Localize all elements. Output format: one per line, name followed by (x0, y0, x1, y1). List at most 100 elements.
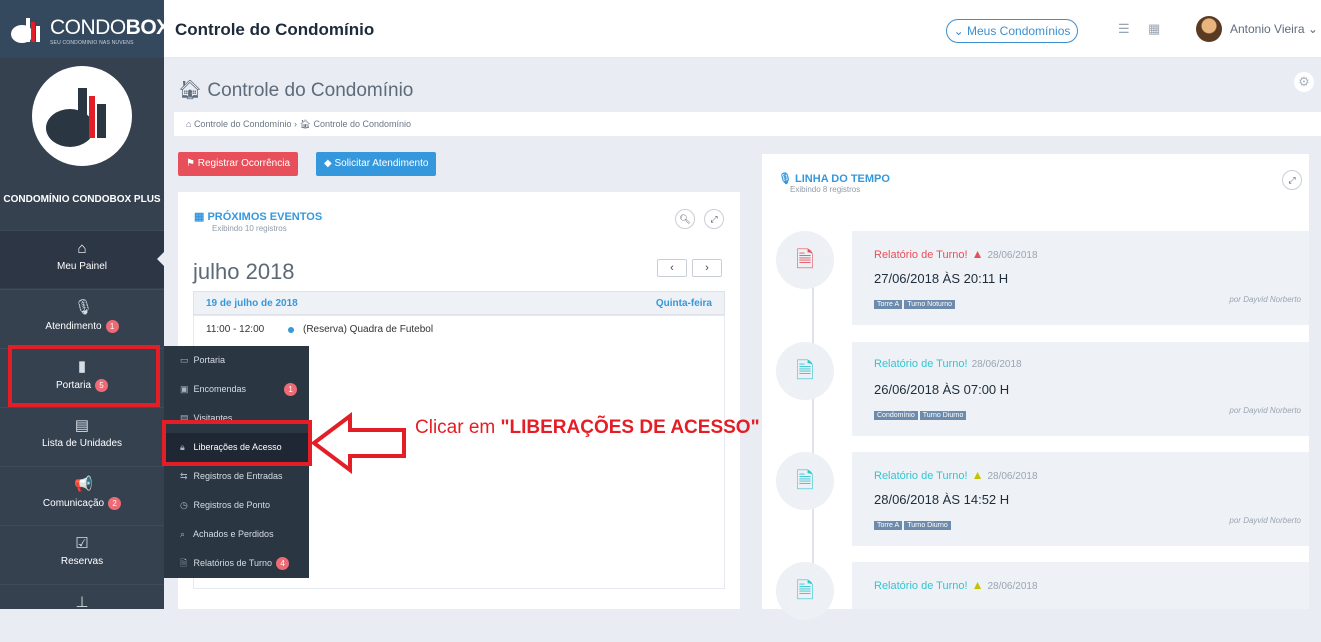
my-condos-button[interactable]: ⌄ Meus Condomínios (946, 19, 1078, 43)
entry-title: Relatório de Turno! ▲ 28/06/2018 (874, 578, 1038, 592)
gear-icon[interactable]: ⚙ (1294, 72, 1314, 92)
brand-name-light: CONDO (50, 16, 126, 39)
menu-item-encomendas[interactable]: ▣ Encomendas 1 (164, 375, 309, 404)
timeline-entry[interactable]: Relatório de Turno! 28/06/2018 26/06/2018… (852, 342, 1309, 436)
calendar-icon[interactable]: ▦ (1148, 22, 1162, 36)
menu-item-label: Achados e Perdidos (193, 529, 274, 539)
entry-tags: Torre A Turno Noturno (874, 295, 957, 309)
breadcrumb-item[interactable]: Controle do Condomínio (313, 119, 411, 129)
breadcrumb-item[interactable]: Controle do Condomínio (194, 119, 292, 129)
box-icon: ▣ (180, 384, 189, 394)
prev-month-button[interactable]: ‹ (657, 259, 687, 277)
entry-title-text: Relatório de Turno! (874, 470, 968, 482)
menu-item-portaria[interactable]: ▭ Portaria (164, 346, 309, 375)
report-icon: 🗎 (776, 231, 834, 289)
timeline-line (812, 235, 814, 609)
warning-icon: ▲ (971, 468, 984, 482)
chevron-down-icon: ⌄ (953, 24, 967, 38)
menu-item-registros-de-entradas[interactable]: ⇆ Registros de Entradas (164, 462, 309, 491)
timeline-entry[interactable]: Relatório de Turno! ▲ 28/06/2018 (852, 562, 1309, 609)
home-icon: ⌂ (186, 119, 194, 129)
page-header: 🏠︎ Controle do Condomínio ⚙ (164, 58, 1321, 112)
annotation-prefix: Clicar em (415, 417, 501, 438)
calendar-day-header: 19 de julho de 2018 Quinta-feira (193, 291, 725, 315)
menu-item-label: Registros de Ponto (193, 500, 271, 510)
entry-heading: 27/06/2018 ÀS 20:11 H (874, 271, 1009, 286)
menu-item-registros-de-ponto[interactable]: ◷ Registros de Ponto (164, 491, 309, 520)
menu-item-label: Encomendas (193, 384, 247, 394)
highlight-portaria (8, 345, 160, 407)
timeline-subtitle: Exibindo 8 registros (790, 185, 861, 194)
sidebar-item-lista-de-unidades[interactable]: ▤ Lista de Unidades (0, 407, 164, 465)
search-icon[interactable]: 🔍︎ (675, 209, 695, 229)
sidebar: CONDOMÍNIO CONDOBOX PLUS ⌂ Meu Painel 🎙 … (0, 58, 165, 611)
report-icon: 🗎 (776, 342, 834, 400)
entry-title-text: Relatório de Turno! (874, 580, 968, 592)
brand-logo[interactable]: CONDOBOX SEU CONDOMINIO NAS NUVENS (0, 0, 170, 58)
sidebar-item-label: Lista de Unidades (41, 438, 123, 449)
list-icon[interactable]: ☰ (1118, 22, 1132, 36)
search-icon: ⌕ (180, 529, 186, 539)
sidebar-item-reservas[interactable]: ☑ Reservas (0, 525, 164, 583)
expand-icon[interactable]: ⤢ (1282, 170, 1302, 190)
expand-icon[interactable]: ⤢ (704, 209, 724, 229)
report-icon: 🗎 (180, 558, 188, 568)
request-service-label: Solicitar Atendimento (334, 158, 429, 169)
menu-item-label: Registros de Entradas (193, 471, 283, 481)
entry-heading: 26/06/2018 ÀS 07:00 H (874, 382, 1010, 397)
entry-title-text: Relatório de Turno! (874, 249, 968, 261)
menu-item-relatorios-de-turno[interactable]: 🗎 Relatórios de Turno 4 (164, 549, 309, 578)
tag: Torre A (874, 300, 903, 309)
sidebar-item-more[interactable]: ⊥ (0, 584, 164, 642)
calendar-date: 19 de julho de 2018 (206, 298, 298, 309)
sidebar-item-atendimento[interactable]: 🎙 Atendimento 1 (0, 289, 164, 347)
events-title-text: PRÓXIMOS EVENTOS (207, 211, 323, 223)
entry-date: 28/06/2018 (971, 359, 1022, 370)
tag: Condomínio (874, 411, 918, 420)
sidebar-item-comunicacao[interactable]: 📢 Comunicação 2 (0, 466, 164, 524)
notification-badge: 4 (276, 557, 290, 570)
top-bar: CONDOBOX SEU CONDOMINIO NAS NUVENS Contr… (0, 0, 1321, 58)
flag-icon: ⚑ (186, 158, 198, 169)
timeline-entry[interactable]: Relatório de Turno! ▲ 28/06/2018 27/06/201… (852, 231, 1309, 325)
menu-item-label: Portaria (193, 355, 226, 365)
timeline-entry[interactable]: Relatório de Turno! ▲ 28/06/2018 28/06/201… (852, 452, 1309, 546)
sidebar-item-meu-painel[interactable]: ⌂ Meu Painel (0, 230, 165, 288)
entry-title-text: Relatório de Turno! (874, 358, 968, 370)
event-text: (Reserva) Quadra de Futebol (303, 324, 434, 335)
active-indicator (157, 251, 165, 267)
register-occurrence-button[interactable]: ⚑ Registrar Ocorrência (178, 152, 299, 176)
calendar-check-icon: ☑ (75, 535, 89, 552)
megaphone-icon: 📢 (74, 476, 93, 493)
events-subtitle: Exibindo 10 registros (212, 224, 287, 233)
tag: Turno Diurno (904, 521, 951, 530)
tag-icon: ◆ (324, 158, 335, 169)
home-icon: 🏠︎ (299, 119, 314, 129)
sidebar-item-label: Meu Painel (56, 261, 108, 272)
entry-title: Relatório de Turno! ▲ 28/06/2018 (874, 247, 1038, 261)
next-month-button[interactable]: › (692, 259, 722, 277)
my-condos-label: Meus Condomínios (967, 24, 1071, 38)
events-title: ▦ PRÓXIMOS EVENTOS (194, 210, 322, 223)
exchange-icon: ⇆ (180, 471, 188, 481)
entry-author: por Dayvid Norberto (1229, 516, 1301, 525)
user-name: Antonio Vieira (1230, 22, 1305, 36)
entry-tags: Torre A Turno Diurno (874, 516, 953, 530)
notification-badge: 2 (108, 497, 122, 510)
tag: Turno Noturno (904, 300, 956, 309)
entry-title: Relatório de Turno! 28/06/2018 (874, 358, 1022, 370)
menu-item-achados-e-perdidos[interactable]: ⌕ Achados e Perdidos (164, 520, 309, 549)
annotation-bold: "LIBERAÇÕES DE ACESSO" (500, 417, 760, 438)
breadcrumb: ⌂ Controle do Condomínio › 🏠︎ Controle d… (174, 112, 1321, 136)
chevron-down-icon: ⌄ (1307, 22, 1318, 36)
user-menu[interactable]: Antonio Vieira ⌄ (1230, 22, 1318, 36)
page-title-text: Controle do Condomínio (207, 80, 414, 101)
avatar[interactable] (1196, 16, 1222, 42)
notification-badge: 1 (105, 320, 119, 333)
calendar-weekday: Quinta-feira (655, 298, 712, 309)
request-service-button[interactable]: ◆ Solicitar Atendimento (316, 152, 437, 176)
calendar-month: julho 2018 (193, 259, 295, 284)
timeline-title: 🎙 LINHA DO TEMPO (778, 172, 890, 185)
condo-name: CONDOMÍNIO CONDOBOX PLUS (3, 194, 161, 205)
condo-logo (32, 66, 132, 166)
